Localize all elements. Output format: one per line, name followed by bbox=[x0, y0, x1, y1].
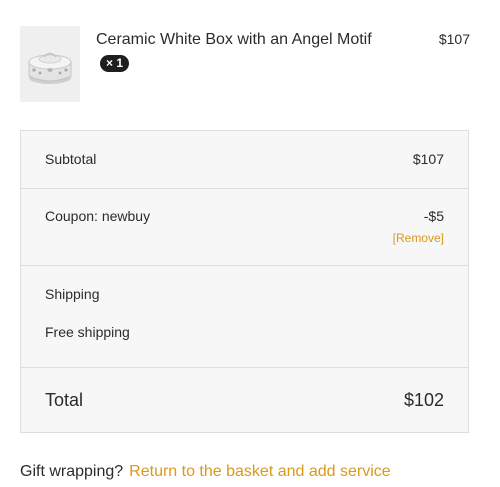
total-label: Total bbox=[45, 390, 84, 410]
shipping-label: Shipping bbox=[45, 286, 100, 302]
coupon-discount-value: -$5 bbox=[423, 208, 444, 224]
product-name-text: Ceramic White Box with an Angel Motif bbox=[96, 31, 372, 48]
total-row: Total $102 bbox=[21, 368, 468, 432]
quantity-badge: × 1 bbox=[100, 55, 130, 72]
shipping-method: Free shipping bbox=[45, 324, 130, 340]
product-thumbnail[interactable] bbox=[20, 26, 80, 102]
remove-coupon-link[interactable]: [Remove] bbox=[393, 231, 444, 245]
total-value: $102 bbox=[403, 390, 444, 410]
checkout-order-summary: Ceramic White Box with an Angel Motif × 1… bbox=[0, 0, 500, 487]
coupon-row: Coupon: newbuy -$5 [Remove] bbox=[21, 189, 468, 266]
product-name[interactable]: Ceramic White Box with an Angel Motif × 1 bbox=[96, 28, 396, 76]
gift-wrapping-question: Gift wrapping? bbox=[20, 463, 124, 480]
ceramic-box-image bbox=[20, 26, 80, 102]
subtotal-value: $107 bbox=[412, 151, 444, 167]
subtotal-row: Subtotal $107 bbox=[21, 131, 468, 189]
return-to-basket-link[interactable]: Return to the basket and add service bbox=[129, 463, 391, 480]
subtotal-label: Subtotal bbox=[45, 151, 97, 167]
gift-wrapping-notice: Gift wrapping? Return to the basket and a… bbox=[20, 462, 391, 482]
cart-item: Ceramic White Box with an Angel Motif × 1… bbox=[20, 26, 470, 102]
product-price: $107 bbox=[438, 31, 470, 47]
order-totals-table: Subtotal $107 Coupon: newbuy -$5 [Remove… bbox=[20, 130, 469, 433]
coupon-label: Coupon: newbuy bbox=[45, 208, 151, 224]
shipping-row: Shipping Free shipping bbox=[21, 266, 468, 368]
